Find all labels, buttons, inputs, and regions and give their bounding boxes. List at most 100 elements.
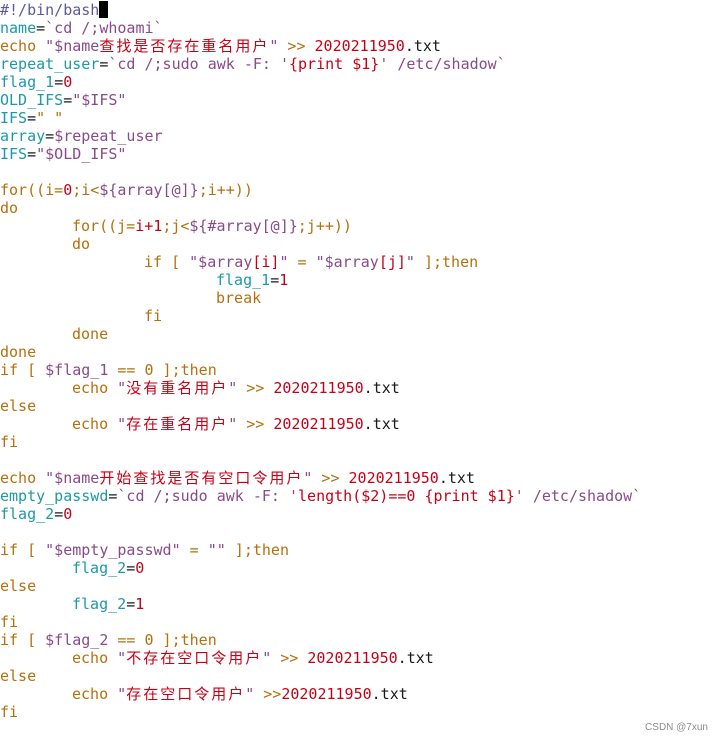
code-token: .txt [363,415,400,433]
code-token: 2020211950 [273,415,364,433]
code-token: >> [237,379,274,397]
code-token: " [405,253,415,271]
code-line[interactable]: #!/bin/bash [0,1,722,19]
code-token: echo [72,415,118,433]
code-token: if [ [0,361,46,379]
code-line[interactable]: echo "$name开始查找是否有空口令用户" >> 2020211950.t… [0,469,722,487]
code-token: "$name [45,469,100,487]
code-line[interactable]: else [0,397,722,415]
code-token: ;j< [162,217,190,235]
code-line[interactable]: else [0,667,722,685]
code-token: " [117,379,127,397]
code-token: = [54,505,64,523]
code-token: = [36,19,46,37]
code-line[interactable]: do [0,199,722,217]
code-token: flag_2 [72,559,127,577]
code-line[interactable]: echo "没有重名用户" >> 2020211950.txt [0,379,722,397]
code-token: 开始查找是否有空口令用户 [99,469,304,487]
code-token: ;i< [72,181,100,199]
code-line[interactable]: fi [0,307,722,325]
code-token: IFS [0,145,28,163]
code-line[interactable]: fi [0,433,722,451]
code-line[interactable]: flag_2=1 [0,595,722,613]
code-token: echo [0,37,46,55]
code-token: " [279,253,289,271]
code-line[interactable]: OLD_IFS="$IFS" [0,91,722,109]
code-editor[interactable]: #!/bin/bash name=`cd /;whoami` echo "$name… [0,1,722,721]
code-line[interactable]: if [ $flag_1 == 0 ];then [0,361,722,379]
code-line[interactable]: else [0,577,722,595]
code-token: = [288,253,316,271]
code-token: " " [36,109,64,127]
code-token: echo [0,469,46,487]
code-token: 没有重名用户 [126,379,229,397]
code-token: array [0,127,46,145]
code-line[interactable]: array=$repeat_user [0,127,722,145]
code-line[interactable]: echo "存在空口令用户" >>2020211950.txt [0,685,722,703]
code-token: ];then [414,253,479,271]
code-line[interactable]: do [0,235,722,253]
code-line[interactable]: flag_2=0 [0,505,722,523]
code-line[interactable]: repeat_user=`cd /;sudo awk -F: '{print $… [0,55,722,73]
code-line[interactable]: if [ "$empty_passwd" = "" ];then [0,541,722,559]
code-token: echo [72,649,118,667]
code-token: fi [0,433,19,451]
code-line[interactable] [0,163,722,181]
code-token: else [0,577,37,595]
code-token: 存在重名用户 [126,415,229,433]
code-token: i+1 [135,217,163,235]
code-token: .txt [371,685,408,703]
code-line[interactable]: echo "$name查找是否存在重名用户" >> 2020211950.txt [0,37,722,55]
code-token: fi [0,703,19,721]
code-token: = [27,145,37,163]
code-token: = [180,541,208,559]
code-line[interactable]: for((i=0;i<${array[@]};i++)) [0,181,722,199]
code-line[interactable]: done [0,325,722,343]
code-token: else [0,397,37,415]
code-token: "$array [315,253,379,271]
code-line[interactable]: echo "存在重名用户" >> 2020211950.txt [0,415,722,433]
code-token: IFS [0,109,28,127]
code-token: = [27,109,37,127]
code-line[interactable]: if [ "$array[i]" = "$array[j]" ];then [0,253,722,271]
code-token: >> [254,685,282,703]
code-token: ${#array[@]} [189,217,298,235]
code-token: 2020211950 [273,379,364,397]
code-line[interactable]: if [ $flag_2 == 0 ];then [0,631,722,649]
code-line[interactable]: IFS=" " [0,109,722,127]
code-token: " [228,379,238,397]
code-token: if [ [0,541,46,559]
code-line[interactable]: empty_passwd=`cd /;sudo awk -F: 'length(… [0,487,722,505]
text-cursor [99,1,109,18]
code-token: 0 [63,73,73,91]
code-token: done [72,325,109,343]
code-line[interactable]: echo "不存在空口令用户" >> 2020211950.txt [0,649,722,667]
code-token: 2020211950 [314,37,405,55]
code-line[interactable] [0,451,722,469]
code-token: 2020211950 [307,649,398,667]
code-token: = [54,73,64,91]
code-token: repeat_user [0,55,100,73]
code-line[interactable]: flag_1=0 [0,73,722,91]
code-line[interactable]: fi [0,613,722,631]
code-token: 1 [135,595,145,613]
code-token: ];then [225,541,289,559]
code-token: = [63,91,73,109]
code-line[interactable]: flag_1=1 [0,271,722,289]
code-token: $flag_1 [45,361,109,379]
code-token: >> [271,649,308,667]
code-line[interactable]: name=`cd /;whoami` [0,19,722,37]
code-line[interactable]: for((j=i+1;j<${#array[@]};j++)) [0,217,722,235]
code-token: 不存在空口令用户 [126,649,263,667]
code-token: 查找是否存在重名用户 [99,37,270,55]
code-line[interactable]: done [0,343,722,361]
code-token: empty_passwd [0,487,109,505]
code-line[interactable] [0,523,722,541]
code-line[interactable]: IFS="$OLD_IFS" [0,145,722,163]
code-line[interactable]: break [0,289,722,307]
code-line[interactable]: flag_2=0 [0,559,722,577]
code-token: do [0,199,19,217]
code-line[interactable]: fi [0,703,722,721]
code-token: "$OLD_IFS" [36,145,127,163]
code-token: 0 [63,505,73,523]
